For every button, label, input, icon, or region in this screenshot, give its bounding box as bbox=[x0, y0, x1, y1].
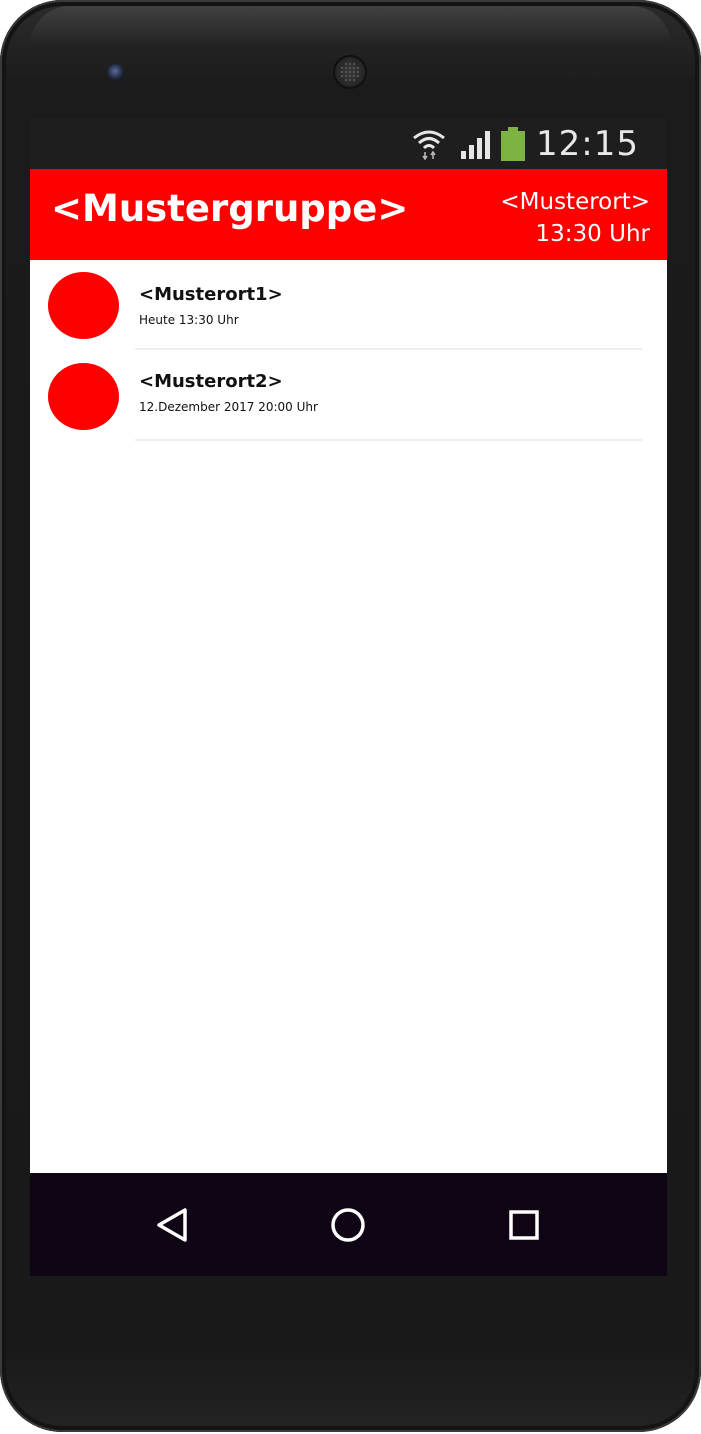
earpiece-speaker bbox=[333, 55, 367, 89]
group-title: <Mustergruppe> bbox=[51, 187, 409, 230]
avatar bbox=[48, 272, 119, 339]
battery-icon bbox=[501, 126, 526, 161]
header-place: <Musterort> bbox=[500, 189, 650, 215]
item-title: <Musterort1> bbox=[139, 284, 283, 305]
recent-apps-button[interactable] bbox=[504, 1205, 544, 1245]
status-clock: 12:15 bbox=[536, 123, 639, 164]
home-button[interactable] bbox=[328, 1205, 368, 1245]
divider bbox=[135, 439, 642, 441]
light-sensor bbox=[590, 67, 600, 77]
status-bar: 12:15 bbox=[30, 118, 667, 169]
wifi-icon bbox=[413, 130, 445, 160]
header-meeting-info: <Musterort> 13:30 Uhr bbox=[500, 187, 650, 251]
proximity-sensor bbox=[566, 67, 576, 77]
back-button[interactable] bbox=[152, 1205, 192, 1245]
meeting-list: <Musterort1> Heute 13:30 Uhr <Musterort2… bbox=[30, 260, 667, 441]
list-item[interactable]: <Musterort1> Heute 13:30 Uhr bbox=[30, 260, 667, 350]
recent-apps-icon bbox=[509, 1210, 539, 1240]
phone-highlight bbox=[30, 6, 671, 46]
navigation-bar bbox=[30, 1173, 667, 1276]
item-subtitle: 12.Dezember 2017 20:00 Uhr bbox=[139, 400, 318, 414]
avatar bbox=[48, 363, 119, 430]
front-camera bbox=[107, 64, 125, 82]
item-title: <Musterort2> bbox=[139, 371, 283, 392]
back-icon bbox=[157, 1208, 187, 1242]
cellular-signal-icon bbox=[461, 130, 491, 159]
item-subtitle: Heute 13:30 Uhr bbox=[139, 313, 239, 327]
home-icon bbox=[331, 1208, 365, 1242]
status-icons: 12:15 bbox=[412, 118, 639, 169]
screen: 12:15 <Mustergruppe> <Musterort> 13:30 U… bbox=[30, 118, 667, 1276]
list-item[interactable]: <Musterort2> 12.Dezember 2017 20:00 Uhr bbox=[30, 350, 667, 441]
header-time: 13:30 Uhr bbox=[535, 221, 650, 247]
app-header: <Mustergruppe> <Musterort> 13:30 Uhr bbox=[30, 169, 667, 260]
